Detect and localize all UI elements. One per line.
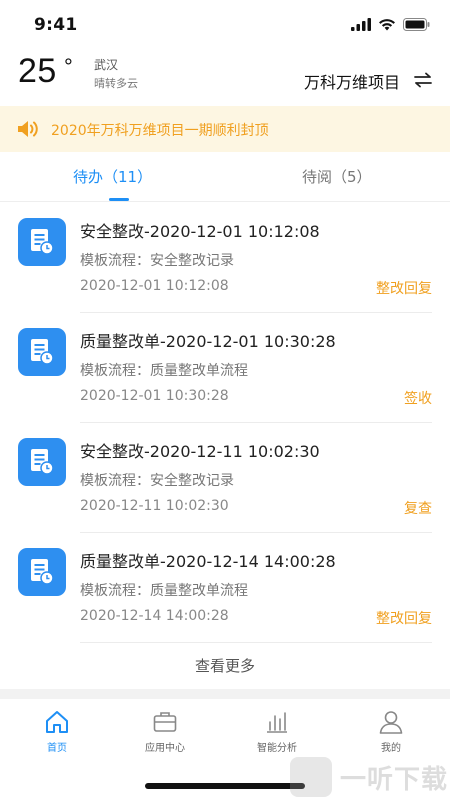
temperature: 25 [18, 52, 57, 90]
document-clock-icon [18, 438, 66, 486]
task-time: 2020-12-01 10:30:28 [80, 388, 229, 404]
task-template: 模板流程：安全整改记录 [80, 253, 234, 269]
task-item[interactable]: 质量整改单-2020-12-14 14:00:28 模板流程：质量整改单流程 2… [0, 533, 450, 643]
document-clock-icon [18, 328, 66, 376]
tab-read-label: 待阅 [302, 168, 333, 186]
task-time: 2020-12-14 14:00:28 [80, 608, 229, 624]
notice-bar[interactable]: 2020年万科万维项目一期顺利封顶 [0, 106, 450, 152]
tab-read-count: （5） [332, 168, 372, 186]
task-action-button[interactable]: 复查 [404, 498, 432, 518]
task-time: 2020-12-11 10:02:30 [80, 498, 229, 514]
divider [80, 642, 432, 643]
switch-project-icon[interactable] [413, 72, 433, 88]
status-bar: 9:41 [0, 0, 450, 52]
status-time: 9:41 [34, 15, 78, 35]
bar-chart-icon [267, 712, 287, 733]
nav-item-apps[interactable]: 应用中心 [109, 709, 221, 754]
watermark: 一听下载 [289, 755, 448, 799]
briefcase-icon [153, 712, 177, 732]
speaker-icon [18, 121, 38, 137]
tab-todo[interactable]: 待办（11） [73, 166, 152, 187]
battery-icon [403, 18, 430, 31]
task-action-button[interactable]: 整改回复 [376, 278, 432, 298]
nav-item-home[interactable]: 首页 [1, 709, 113, 754]
active-tab-indicator [109, 198, 129, 201]
task-time: 2020-12-01 10:12:08 [80, 278, 229, 294]
degree-symbol: ° [64, 54, 73, 79]
wifi-icon [379, 19, 395, 31]
task-item[interactable]: 安全整改-2020-12-11 10:02:30 模板流程：安全整改记录 202… [0, 423, 450, 533]
city-name: 武汉 [94, 58, 119, 72]
tab-read[interactable]: 待阅（5） [302, 166, 372, 187]
watermark-logo [289, 757, 332, 797]
project-name[interactable]: 万科万维项目 [304, 69, 400, 93]
document-clock-icon [18, 218, 66, 266]
task-action-button[interactable]: 整改回复 [376, 608, 432, 628]
tab-todo-label: 待办 [73, 168, 104, 186]
header: 25 ° 武汉 晴转多云 万科万维项目 [0, 52, 450, 106]
watermark-text: 一听下载 [339, 764, 448, 795]
task-template: 模板流程：安全整改记录 [80, 473, 234, 489]
task-action-button[interactable]: 签收 [404, 388, 432, 408]
document-clock-icon [18, 548, 66, 596]
notice-text: 2020年万科万维项目一期顺利封顶 [51, 123, 269, 139]
home-icon [46, 711, 68, 733]
task-template: 模板流程：质量整改单流程 [80, 363, 248, 379]
task-title: 质量整改单-2020-12-01 10:30:28 [80, 332, 336, 351]
tab-todo-count: （11） [103, 168, 153, 186]
task-title: 安全整改-2020-12-01 10:12:08 [80, 222, 320, 241]
task-list: 安全整改-2020-12-01 10:12:08 模板流程：安全整改记录 202… [0, 203, 450, 643]
nav-label: 应用中心 [145, 743, 185, 754]
signal-icon [351, 18, 371, 31]
status-icons [351, 18, 430, 31]
task-template: 模板流程：质量整改单流程 [80, 583, 248, 599]
task-title: 质量整改单-2020-12-14 14:00:28 [80, 552, 336, 571]
weather-description: 晴转多云 [94, 77, 138, 90]
task-title: 安全整改-2020-12-11 10:02:30 [80, 442, 320, 461]
home-indicator [145, 783, 305, 789]
task-item[interactable]: 质量整改单-2020-12-01 10:30:28 模板流程：质量整改单流程 2… [0, 313, 450, 423]
view-more-button[interactable]: 查看更多 [0, 645, 450, 687]
nav-label: 首页 [47, 743, 67, 754]
nav-item-mine[interactable]: 我的 [335, 709, 447, 754]
tab-bar: 待办（11） 待阅（5） [0, 152, 450, 202]
nav-item-analysis[interactable]: 智能分析 [221, 709, 333, 754]
nav-label: 我的 [381, 743, 401, 754]
task-item[interactable]: 安全整改-2020-12-01 10:12:08 模板流程：安全整改记录 202… [0, 203, 450, 313]
section-separator [0, 689, 450, 699]
user-icon [379, 711, 403, 734]
nav-label: 智能分析 [257, 743, 297, 754]
